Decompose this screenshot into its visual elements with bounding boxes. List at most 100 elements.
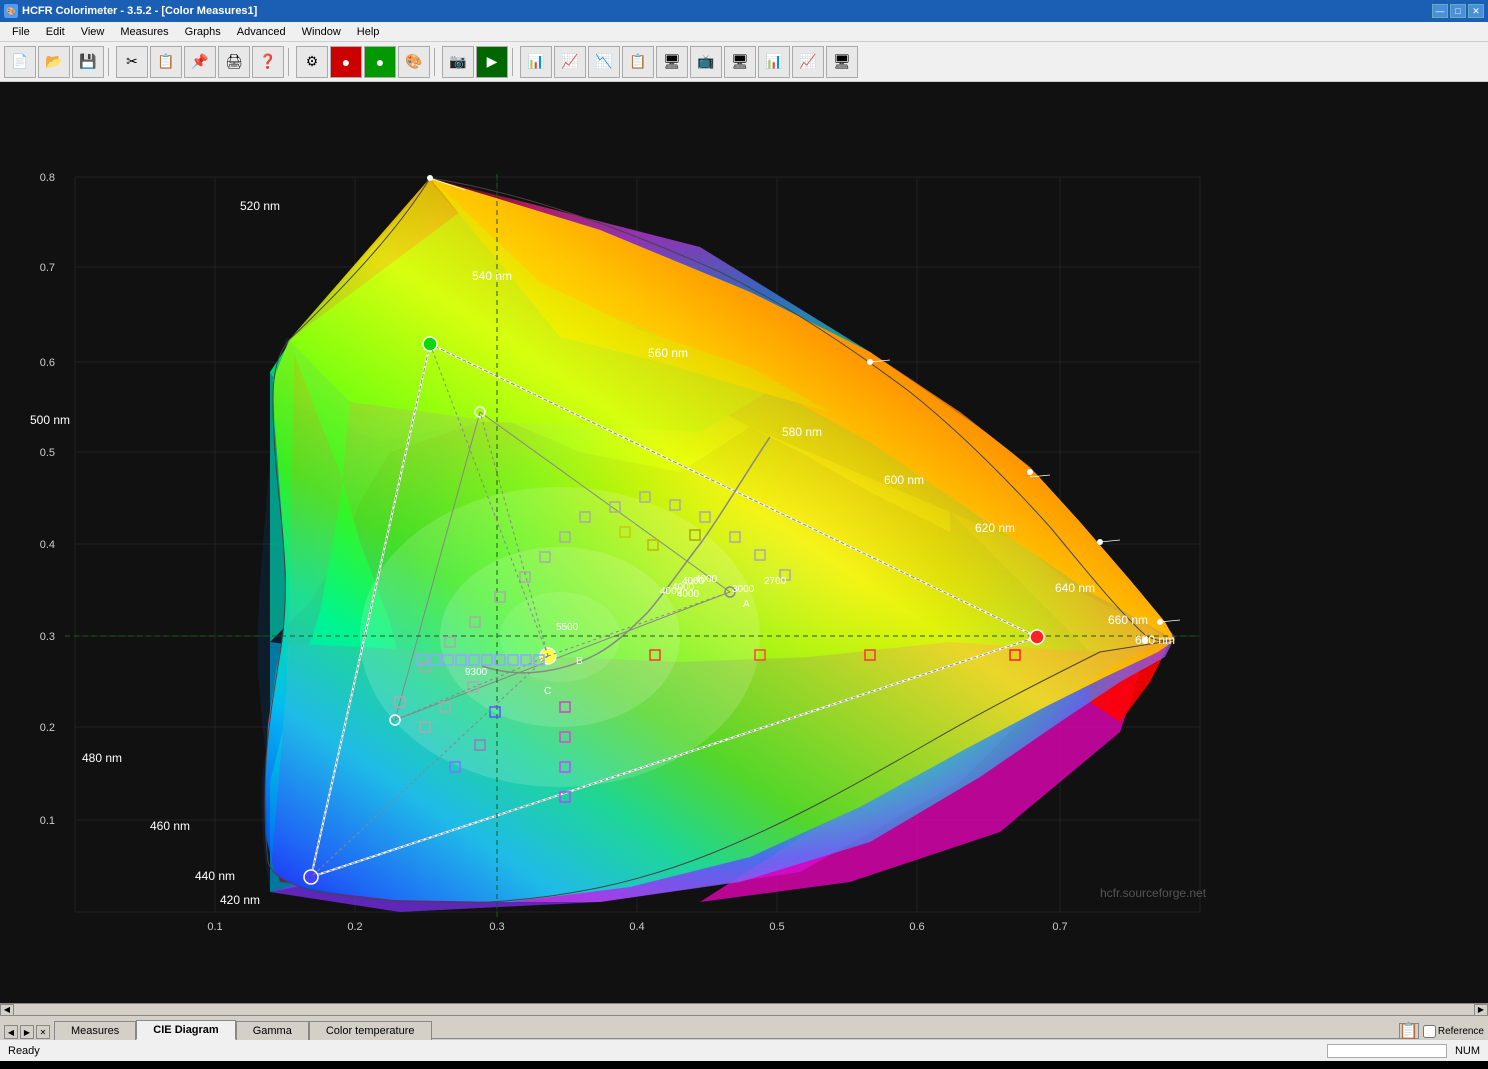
svg-text:560 nm: 560 nm xyxy=(648,346,688,360)
svg-text:420 nm: 420 nm xyxy=(220,893,260,907)
reference-label: Reference xyxy=(1423,1025,1484,1038)
svg-text:A: A xyxy=(743,599,750,610)
svg-text:4000: 4000 xyxy=(677,589,700,600)
close-button[interactable]: ✕ xyxy=(1468,4,1484,18)
svg-text:0.4: 0.4 xyxy=(40,539,55,551)
svg-text:0.3: 0.3 xyxy=(40,631,55,643)
view4-button[interactable]: 📋 xyxy=(622,46,654,78)
title-bar: 🎨 HCFR Colorimeter - 3.5.2 - [Color Meas… xyxy=(0,0,1488,22)
tab-scroll-left[interactable]: ◀ xyxy=(4,1025,18,1039)
svg-text:C: C xyxy=(544,686,551,697)
play-button[interactable]: ▶ xyxy=(476,46,508,78)
svg-text:680 nm: 680 nm xyxy=(1135,633,1175,647)
scroll-right-button[interactable]: ▶ xyxy=(1474,1004,1488,1016)
scroll-left-button[interactable]: ◀ xyxy=(0,1004,14,1016)
help-button[interactable]: ❓ xyxy=(252,46,284,78)
view1-button[interactable]: 📊 xyxy=(520,46,552,78)
view10-button[interactable]: 🖥 xyxy=(826,46,858,78)
menu-view[interactable]: View xyxy=(73,24,113,40)
svg-text:2700: 2700 xyxy=(764,576,787,587)
menu-edit[interactable]: Edit xyxy=(38,24,73,40)
menu-file[interactable]: File xyxy=(4,24,38,40)
paste-button[interactable]: 📌 xyxy=(184,46,216,78)
toolbar-sep1 xyxy=(108,48,112,76)
svg-text:0.4: 0.4 xyxy=(629,921,644,933)
svg-text:3000: 3000 xyxy=(732,584,755,595)
tab-cie-diagram[interactable]: CIE Diagram xyxy=(136,1020,235,1040)
menu-advanced[interactable]: Advanced xyxy=(229,24,294,40)
tab-scroll-right[interactable]: ▶ xyxy=(20,1025,34,1039)
svg-text:hcfr.sourceforge.net: hcfr.sourceforge.net xyxy=(1100,886,1207,900)
view5-button[interactable]: 🖥 xyxy=(656,46,688,78)
tab-color-temperature[interactable]: Color temperature xyxy=(309,1021,432,1040)
camera-button[interactable]: 📷 xyxy=(442,46,474,78)
red-button[interactable]: ● xyxy=(330,46,362,78)
reference-checkbox[interactable] xyxy=(1423,1025,1436,1038)
print-button[interactable]: 🖨 xyxy=(218,46,250,78)
status-bar: Ready NUM xyxy=(0,1039,1488,1061)
tab-close[interactable]: ✕ xyxy=(36,1025,50,1039)
svg-text:620 nm: 620 nm xyxy=(975,521,1015,535)
svg-text:4000: 4000 xyxy=(695,574,718,585)
svg-text:460 nm: 460 nm xyxy=(150,819,190,833)
svg-text:0.5: 0.5 xyxy=(769,921,784,933)
svg-text:540 nm: 540 nm xyxy=(472,269,512,283)
view9-button[interactable]: 📈 xyxy=(792,46,824,78)
title-bar-left: 🎨 HCFR Colorimeter - 3.5.2 - [Color Meas… xyxy=(4,4,257,18)
menu-graphs[interactable]: Graphs xyxy=(177,24,229,40)
svg-text:500 nm: 500 nm xyxy=(30,413,70,427)
svg-text:9300: 9300 xyxy=(465,667,488,678)
menu-window[interactable]: Window xyxy=(294,24,349,40)
green-button[interactable]: ● xyxy=(364,46,396,78)
view3-button[interactable]: 📉 xyxy=(588,46,620,78)
view2-button[interactable]: 📈 xyxy=(554,46,586,78)
svg-text:0.5: 0.5 xyxy=(40,447,55,459)
svg-text:480 nm: 480 nm xyxy=(82,751,122,765)
svg-text:520 nm: 520 nm xyxy=(240,199,280,213)
menu-bar: File Edit View Measures Graphs Advanced … xyxy=(0,22,1488,42)
svg-text:0.8: 0.8 xyxy=(40,172,55,184)
reference-icon[interactable]: 📋 xyxy=(1399,1023,1419,1039)
svg-text:0.3: 0.3 xyxy=(489,921,504,933)
svg-text:600 nm: 600 nm xyxy=(884,473,924,487)
cut-button[interactable]: ✂ xyxy=(116,46,148,78)
svg-text:0.7: 0.7 xyxy=(40,262,55,274)
calibrate-button[interactable]: ⚙ xyxy=(296,46,328,78)
svg-text:0.2: 0.2 xyxy=(40,722,55,734)
svg-text:440 nm: 440 nm xyxy=(195,869,235,883)
svg-text:0.6: 0.6 xyxy=(40,357,55,369)
toolbar-sep3 xyxy=(434,48,438,76)
svg-text:660 nm: 660 nm xyxy=(1108,613,1148,627)
cie-svg: 0.8 0.7 0.6 0.5 0.4 0.3 0.2 0.1 0.1 0.2 … xyxy=(0,82,1488,943)
svg-text:0.1: 0.1 xyxy=(207,921,222,933)
view6-button[interactable]: 📺 xyxy=(690,46,722,78)
progress-bar xyxy=(1327,1044,1447,1058)
copy-button[interactable]: 📋 xyxy=(150,46,182,78)
toolbar-sep2 xyxy=(288,48,292,76)
svg-text:0.6: 0.6 xyxy=(909,921,924,933)
svg-text:5500: 5500 xyxy=(556,622,579,633)
view7-button[interactable]: 🖥 xyxy=(724,46,756,78)
svg-text:B: B xyxy=(576,656,583,667)
save-button[interactable]: 💾 xyxy=(72,46,104,78)
menu-measures[interactable]: Measures xyxy=(112,24,176,40)
svg-text:0.7: 0.7 xyxy=(1052,921,1067,933)
svg-text:0.1: 0.1 xyxy=(40,815,55,827)
status-text: Ready xyxy=(8,1045,40,1057)
tab-bar: ◀ ▶ ✕ Measures CIE Diagram Gamma Color t… xyxy=(0,1015,1488,1039)
new-button[interactable]: 📄 xyxy=(4,46,36,78)
tab-gamma[interactable]: Gamma xyxy=(236,1021,309,1040)
cie-diagram: 0.8 0.7 0.6 0.5 0.4 0.3 0.2 0.1 0.1 0.2 … xyxy=(0,82,1488,1003)
color-button[interactable]: 🎨 xyxy=(398,46,430,78)
horizontal-scrollbar[interactable]: ◀ ▶ xyxy=(0,1003,1488,1015)
toolbar-sep4 xyxy=(512,48,516,76)
minimize-button[interactable]: — xyxy=(1432,4,1448,18)
maximize-button[interactable]: □ xyxy=(1450,4,1466,18)
view8-button[interactable]: 📊 xyxy=(758,46,790,78)
open-button[interactable]: 📂 xyxy=(38,46,70,78)
title-bar-buttons[interactable]: — □ ✕ xyxy=(1432,4,1484,18)
tab-measures[interactable]: Measures xyxy=(54,1021,136,1040)
menu-help[interactable]: Help xyxy=(349,24,388,40)
svg-text:580 nm: 580 nm xyxy=(782,425,822,439)
svg-text:640 nm: 640 nm xyxy=(1055,581,1095,595)
